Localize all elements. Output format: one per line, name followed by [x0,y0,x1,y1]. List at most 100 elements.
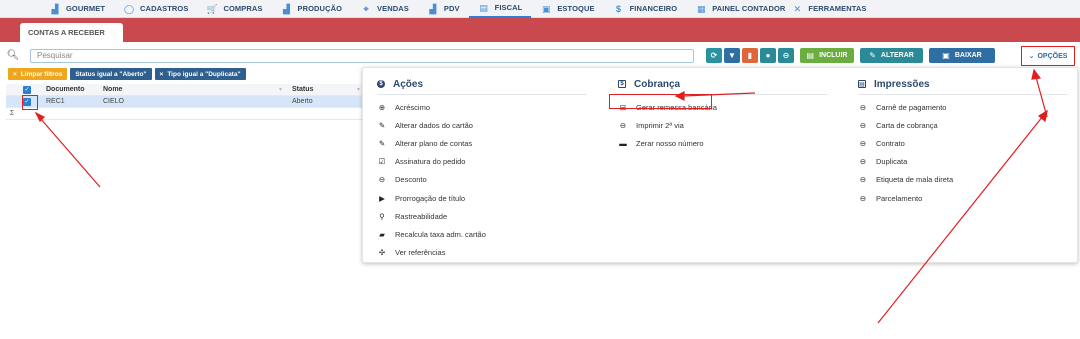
nav-producao[interactable]: ▟ PRODUÇÃO [271,0,351,18]
divider [377,94,587,95]
more-button[interactable]: ● [760,47,776,63]
nav-vendas[interactable]: ⌖ VENDAS [351,0,418,18]
search-input[interactable] [30,48,694,63]
baixar-label: BAIXAR [954,51,982,59]
network-icon: ✣ [378,248,386,258]
clear-filters-chip[interactable]: × Limpar filtros [8,68,68,80]
box-icon: ▣ [542,3,551,14]
nav-pdv[interactable]: ▟ PDV [418,0,469,18]
dots-circle-icon: ● [765,50,771,60]
alterar-button[interactable]: ✎ ALTERAR [860,47,923,63]
tab-contas-a-receber[interactable]: CONTAS A RECEBER ◌ [20,23,123,42]
menu-item-alterar-dados-cartao[interactable]: ✎ Alterar dados do cartão [377,116,587,134]
menu-item-duplicata[interactable]: ⊖ Duplicata [858,153,1068,171]
nav-label: FISCAL [494,3,523,12]
menu-item-etiqueta-mala-direta[interactable]: ⊖ Etiqueta de mala direta [858,171,1068,189]
menu-label: Parcelamento [876,193,923,203]
type-filter-chip[interactable]: × Tipo igual a "Duplicata" [154,68,246,80]
chevron-down-icon: ⌄ [1028,53,1035,60]
cell-status: Aberto [288,98,364,105]
menu-item-carne-pagamento[interactable]: ⊖ Carnê de pagamento [858,98,1068,116]
menu-label: Duplicata [876,157,908,167]
opcoes-button[interactable]: ⌄ OPÇÕES [1021,46,1075,66]
cobranca-title: Cobrança [634,78,681,90]
impressoes-column: ▤ Impressões ⊖ Carnê de pagamento ⊖ Carta d… [858,77,1068,207]
column-header-nome[interactable]: Nome ▾ [91,86,288,93]
card-icon: ▰ [379,229,385,239]
nav-compras[interactable]: 🛒 COMPRAS [197,0,271,18]
trash-icon: ▮ [747,50,753,60]
table-row[interactable]: ✓ REC1 CIELO Aberto [6,96,364,108]
cell-text: Aberto [292,98,313,105]
menu-item-assinatura-pedido[interactable]: ☑ Assinatura do pedido [377,153,587,171]
print-circle-icon: ⊖ [859,102,867,112]
nav-fiscal[interactable]: ▤ FISCAL [468,0,532,18]
menu-item-carta-cobranca[interactable]: ⊖ Carta de cobrança [858,116,1068,134]
menu-item-acrescimo[interactable]: ⊕ Acréscimo [377,98,587,116]
arrow-to-checkbox [39,117,101,188]
print-circle-icon: ⊖ [859,157,867,167]
chip-label: Status igual a "Aberto" [75,70,147,78]
menu-item-prorrogacao-titulo[interactable]: ▶ Prorrogação de título [377,189,587,207]
sort-icon: ▾ [278,87,282,93]
dollar-circle-icon: $ [616,3,622,14]
menu-label: Assinatura do pedido [395,157,466,167]
menu-item-zerar-nosso-numero[interactable]: ▬ Zerar nosso número [618,134,828,152]
checkbox-highlight [22,95,38,110]
menu-label: Contrato [876,138,905,148]
menu-item-recalcula-taxa[interactable]: ▰ Recalcula taxa adm. cartão [377,225,587,243]
shopping-cart-icon: 🛒 [206,3,219,14]
nav-gourmet[interactable]: ▟ GOURMET [40,0,114,18]
menu-item-desconto[interactable]: ⊖ Desconto [377,171,587,189]
select-all-checkbox[interactable]: ✓ [18,85,36,94]
print-circle-icon: ⊖ [619,120,627,130]
sort-icon: ▾ [356,87,360,93]
menu-item-contrato[interactable]: ⊖ Contrato [858,134,1068,152]
impressoes-title: Impressões [874,78,930,90]
nav-estoque[interactable]: ▣ ESTOQUE [531,0,603,18]
tools-icon: ✕ [793,3,802,14]
menu-item-alterar-plano-contas[interactable]: ✎ Alterar plano de contas [377,134,587,152]
folder-icon: ▬ [619,138,627,148]
nav-label: PRODUÇÃO [297,4,343,13]
column-header-status[interactable]: Status ▾ [288,86,364,93]
print-circle-icon: ⊖ [859,193,867,203]
close-icon: × [159,70,164,78]
cobranca-column: $ Cobrança ⊟ Gerar remessa bancária ⊖ Impri… [618,77,828,153]
nav-financeiro[interactable]: $ FINANCEIRO [604,0,687,18]
filter-button[interactable]: ▼ [724,47,740,63]
menu-item-parcelamento[interactable]: ⊖ Parcelamento [858,189,1068,207]
impressoes-header: ▤ Impressões [858,77,1068,91]
delete-button[interactable]: ▮ [742,47,758,63]
nav-painel-contador[interactable]: ▦ PAINEL CONTADOR [686,0,789,18]
nav-label: GOURMET [66,4,106,13]
incluir-button[interactable]: ▤ INCLUIR [800,47,854,63]
nav-ferramentas[interactable]: ✕ FERRAMENTAS [789,0,875,18]
minus-button[interactable]: ⊖ [778,47,794,63]
column-header-documento[interactable]: Documento [36,86,91,93]
search-icon: 🔍︎ [6,50,20,61]
chart-bar-icon: ▟ [51,3,59,14]
cell-text: CIELO [103,98,125,105]
checkbox-checked-icon: ✓ [23,85,31,94]
nav-label: PDV [443,4,460,13]
baixar-button[interactable]: ▣ BAIXAR [929,47,995,63]
menu-label: Carta de cobrança [876,120,938,130]
chart-bar-icon: ▟ [429,3,437,14]
nav-cadastros[interactable]: ◯ CADASTROS [114,0,197,18]
menu-label: Alterar dados do cartão [395,120,473,130]
sum-icon: Σ [9,110,15,117]
menu-item-rastreabilidade[interactable]: ⚲ Rastreabilidade [377,207,587,225]
menu-item-highlight [609,94,712,109]
status-filter-chip[interactable]: Status igual a "Aberto" [70,68,152,80]
menu-item-ver-referencias[interactable]: ✣ Ver referências [377,244,587,262]
nav-label: COMPRAS [223,4,263,13]
close-icon[interactable]: ◌ [110,28,115,37]
menu-item-imprimir-2via[interactable]: ⊖ Imprimir 2ª via [618,116,828,134]
menu-label: Etiqueta de mala direta [876,175,954,185]
bank-icon: $ [618,80,626,88]
summary-row: Σ [6,108,364,120]
refresh-button[interactable]: ⟳ [706,47,722,63]
column-label: Nome [103,86,123,93]
filter-chips: × Limpar filtros Status igual a "Aberto" … [8,68,246,80]
